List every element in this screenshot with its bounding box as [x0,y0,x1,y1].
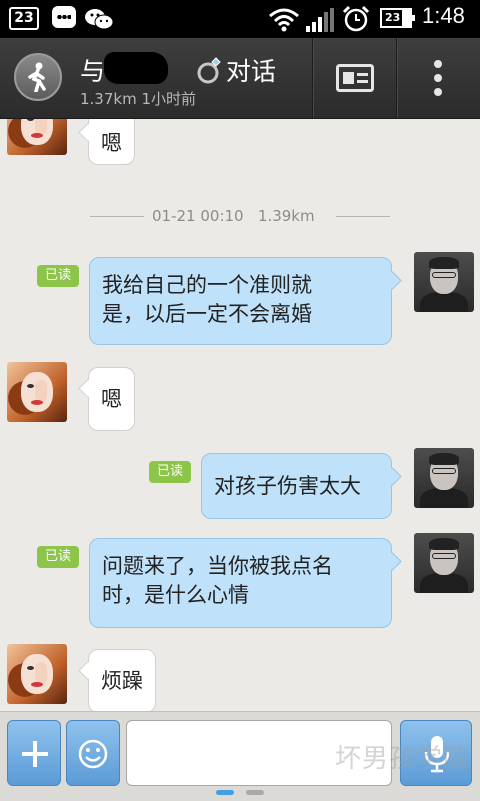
message-line: 问题来了，当你被我点名 [102,554,333,578]
battery-level: 23 [385,11,401,24]
signal-icon [306,8,334,32]
message-line: 时，是什么心情 [102,583,249,607]
emoji-icon [78,739,108,769]
time-separator: 01-21 00:10 1.39km [90,207,390,227]
profile-card-icon [336,64,374,92]
chat-title-prefix: 与 [80,57,106,86]
status-bar: 23 23 1:48 [0,0,480,38]
chat-title-suffix: 对话 [226,57,277,86]
outgoing-message[interactable]: 对孩子伤害太大 [201,453,392,519]
message-text: 嗯 [101,131,122,155]
battery-icon: 23 [380,8,415,28]
outgoing-message[interactable]: 我给自己的一个准则就 是，以后一定不会离婚 [89,257,392,345]
chat-notification-icon [52,6,76,28]
header-divider [312,38,313,118]
chat-header: 与 对话 1.37km 1小时前 [0,38,480,119]
wifi-icon [269,8,299,32]
emoji-button[interactable] [66,720,120,786]
incoming-message[interactable]: 嗯 [88,367,135,431]
calendar-date-icon: 23 [9,7,39,30]
page-dot [246,790,264,795]
contact-avatar[interactable] [7,644,67,704]
my-avatar[interactable] [414,533,474,593]
contact-avatar[interactable] [7,362,67,422]
message-list[interactable]: 嗯 01-21 00:10 1.39km 已读 我给自己的一个准则就 是，以后一… [0,119,480,711]
plus-icon-stroke [33,741,37,767]
plus-button[interactable] [7,720,61,786]
my-avatar[interactable] [414,448,474,508]
walking-person-icon [28,62,46,92]
message-text: 烦躁 [101,669,143,693]
profile-card-button[interactable] [314,38,396,118]
timestamp-distance: 1.39km [257,207,315,225]
contact-avatar[interactable] [7,119,67,155]
message-line: 是，以后一定不会离婚 [102,302,312,326]
walk-button[interactable] [14,53,62,101]
watermark: 坏男孩学院 [335,744,471,774]
my-avatar[interactable] [414,252,474,312]
message-text: 嗯 [101,387,122,411]
read-status-badge: 已读 [37,546,79,568]
message-line: 对孩子伤害太大 [214,474,361,498]
more-vertical-icon-dot [434,88,442,96]
redacted-contact-name [104,52,168,84]
read-status-badge: 已读 [149,461,191,483]
alarm-icon [342,5,370,32]
page-dot-active [216,790,234,795]
outgoing-message[interactable]: 问题来了，当你被我点名 时，是什么心情 [89,538,392,628]
incoming-message[interactable]: 嗯 [88,119,135,165]
read-status-badge: 已读 [37,265,79,287]
clock-time: 1:48 [422,3,465,28]
incoming-message[interactable]: 烦躁 [88,649,156,711]
more-vertical-icon-dot [434,74,442,82]
timestamp-text: 01-21 00:10 1.39km [152,207,315,225]
distance-time-subtitle: 1.37km 1小时前 [80,90,197,108]
header-divider [396,38,397,118]
ring-icon [197,57,221,84]
wechat-icon [85,9,114,30]
timestamp-time: 01-21 00:10 [152,207,244,225]
message-line: 我给自己的一个准则就 [102,273,312,297]
more-vertical-icon [434,60,442,68]
more-options-button[interactable] [398,38,480,118]
